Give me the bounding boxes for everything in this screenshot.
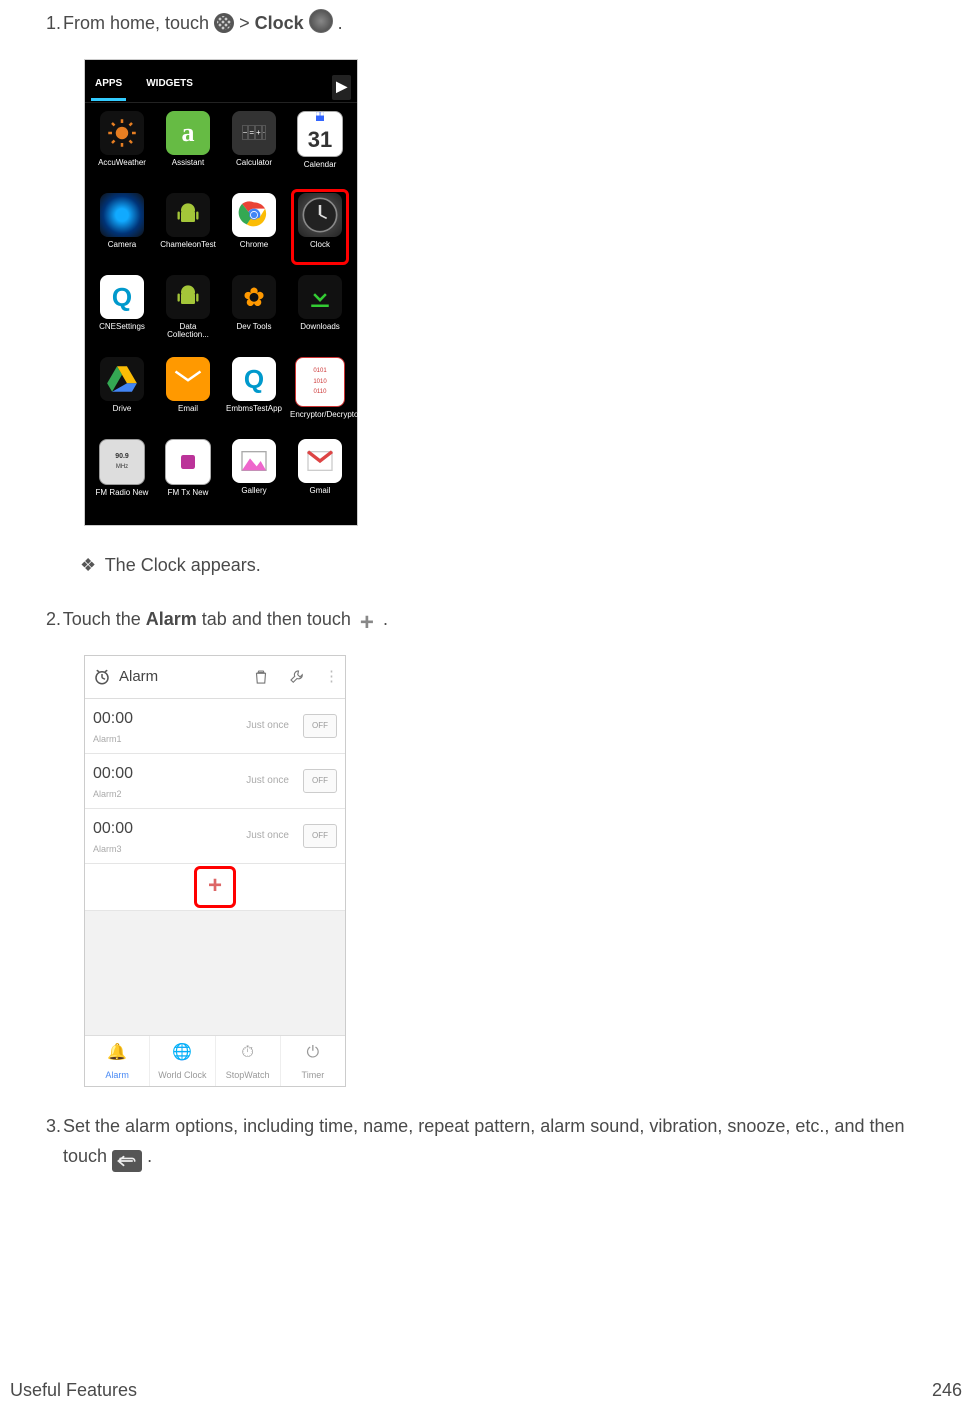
alarm-label: Alarm	[146, 609, 197, 629]
app-camera[interactable]: Camera	[89, 193, 155, 271]
app-calendar[interactable]: ■■ 31 Calendar	[287, 111, 353, 189]
app-chrome[interactable]: Chrome	[221, 193, 287, 271]
bottom-tabs: 🔔 Alarm 🌐 World Clock ⏱ StopWatch ⏻ Time…	[85, 1035, 345, 1086]
globe-icon: 🌐	[172, 1039, 192, 1066]
step-number: 2.	[10, 604, 58, 635]
app-accuweather[interactable]: AccuWeather	[89, 111, 155, 189]
apps-icon	[214, 13, 234, 33]
trash-icon[interactable]	[252, 668, 270, 686]
app-fmradio[interactable]: 90.9MHz FM Radio New	[89, 439, 155, 517]
clock-label: Clock	[255, 13, 304, 33]
step-text: .	[383, 609, 388, 629]
result-bullet: ❖ The Clock appears.	[10, 550, 962, 581]
step-1: 1. From home, touch > Clock . APPS WIDGE…	[10, 8, 962, 580]
app-encryptor[interactable]: 010110100110 Encryptor/Decryptor	[287, 357, 353, 435]
step-3: 3. Set the alarm options, including time…	[10, 1111, 962, 1173]
timer-icon: ⏻	[307, 1039, 320, 1066]
bell-icon: 🔔	[107, 1039, 127, 1066]
step-text: .	[147, 1146, 152, 1166]
step-2: 2. Touch the Alarm tab and then touch + …	[10, 604, 962, 1087]
footer-section: Useful Features	[10, 1380, 137, 1401]
add-alarm-row[interactable]: +	[85, 864, 345, 911]
app-calculator[interactable]: −=+· Calculator	[221, 111, 287, 189]
add-alarm-button[interactable]: +	[194, 866, 236, 908]
tab-alarm[interactable]: 🔔 Alarm	[85, 1036, 150, 1086]
tab-stopwatch[interactable]: ⏱ StopWatch	[216, 1036, 281, 1086]
wrench-icon[interactable]	[288, 668, 306, 686]
app-gallery[interactable]: Gallery	[221, 439, 287, 517]
app-clock[interactable]: Clock	[287, 193, 353, 271]
alarm-toggle[interactable]: OFF	[303, 769, 337, 793]
page-footer: Useful Features 246	[10, 1380, 962, 1401]
app-chameleon[interactable]: ChameleonTest	[155, 193, 221, 271]
alarm-header: Alarm ⋮	[85, 656, 345, 699]
app-drive[interactable]: Drive	[89, 357, 155, 435]
alarm-row[interactable]: 00:00Alarm2 Just once OFF	[85, 754, 345, 809]
tab-apps[interactable]: APPS	[91, 75, 126, 101]
clock-icon	[93, 668, 111, 686]
footer-page: 246	[932, 1380, 962, 1401]
step-text: Set the alarm options, including time, n…	[63, 1116, 904, 1167]
stopwatch-icon: ⏱	[241, 1039, 253, 1066]
app-email[interactable]: Email	[155, 357, 221, 435]
status-bar	[85, 60, 357, 74]
app-devtools[interactable]: ✿ Dev Tools	[221, 275, 287, 353]
step-text: From home, touch	[63, 13, 214, 33]
app-downloads[interactable]: Downloads	[287, 275, 353, 353]
app-assistant[interactable]: a Assistant	[155, 111, 221, 189]
back-icon	[112, 1150, 142, 1172]
app-cnesettings[interactable]: Q CNESettings	[89, 275, 155, 353]
play-store-icon[interactable]: ▶	[332, 75, 351, 101]
menu-icon[interactable]: ⋮	[324, 664, 337, 690]
tab-widgets[interactable]: WIDGETS	[142, 75, 197, 101]
tab-world-clock[interactable]: 🌐 World Clock	[150, 1036, 215, 1086]
alarm-toggle[interactable]: OFF	[303, 714, 337, 738]
alarm-row[interactable]: 00:00Alarm1 Just once OFF	[85, 699, 345, 754]
step-number: 3.	[10, 1111, 58, 1142]
alarm-toggle[interactable]: OFF	[303, 824, 337, 848]
clock-icon	[309, 9, 333, 33]
app-fmtx[interactable]: FM Tx New	[155, 439, 221, 517]
alarm-title: Alarm	[119, 664, 158, 690]
app-gmail[interactable]: Gmail	[287, 439, 353, 517]
alarm-row[interactable]: 00:00Alarm3 Just once OFF	[85, 809, 345, 864]
app-datacollection[interactable]: Data Collection...	[155, 275, 221, 353]
step-text: .	[338, 13, 343, 33]
bullet-text: The Clock appears.	[105, 555, 261, 575]
plus-icon: +	[356, 613, 378, 635]
step-text: Touch the	[63, 609, 146, 629]
apps-screenshot: APPS WIDGETS ▶ AccuWeather a Assistant −…	[84, 59, 358, 526]
step-text: tab and then touch	[202, 609, 356, 629]
alarm-screenshot: Alarm ⋮ 00:00Alarm1 Just once OFF 00:00A…	[84, 655, 346, 1087]
tab-timer[interactable]: ⏻ Timer	[281, 1036, 345, 1086]
apps-tabs: APPS WIDGETS ▶	[85, 74, 357, 103]
bullet-icon: ❖	[80, 550, 100, 581]
step-number: 1.	[10, 8, 58, 39]
app-embms[interactable]: Q EmbmsTestApp	[221, 357, 287, 435]
step-text: >	[239, 13, 255, 33]
